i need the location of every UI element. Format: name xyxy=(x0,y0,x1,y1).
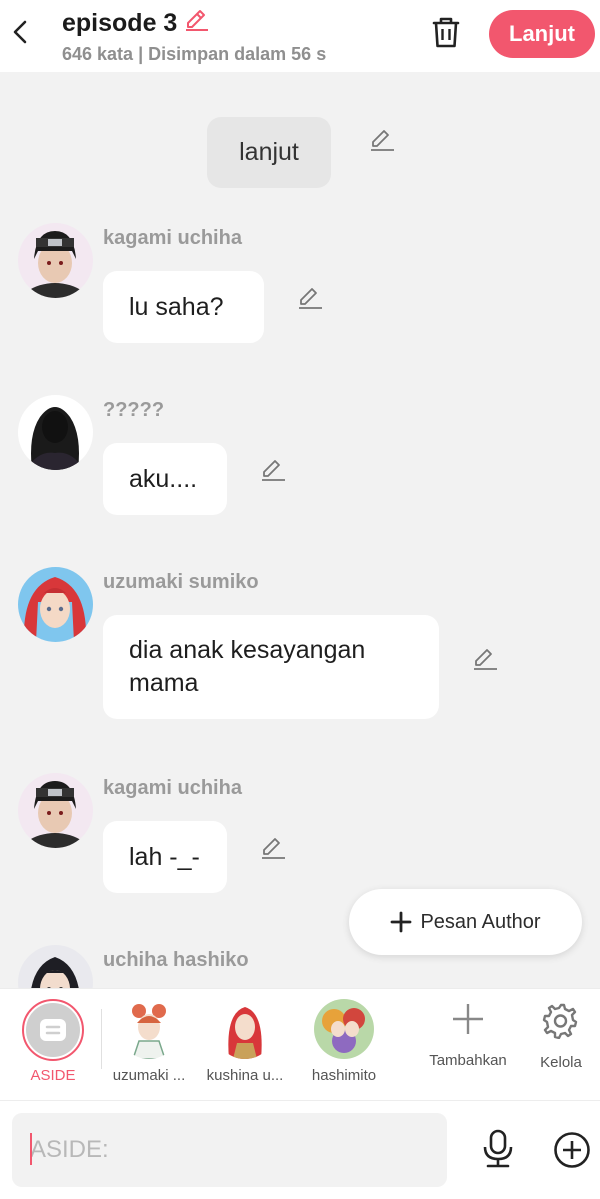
character-avatar xyxy=(215,999,275,1059)
sender-name: ????? xyxy=(103,399,165,421)
edit-message-icon[interactable] xyxy=(296,284,324,312)
manage-button[interactable]: Kelola xyxy=(532,1001,590,1071)
message-bubble[interactable]: aku.... xyxy=(103,443,227,515)
chat-area[interactable]: lanjut kagami uchiha lu saha? ????? aku.… xyxy=(0,72,600,988)
aside-avatar xyxy=(22,999,84,1061)
avatar-kagami-uchiha[interactable] xyxy=(18,223,93,298)
sender-name: kagami uchiha xyxy=(103,227,242,249)
character-kushina[interactable]: kushina u... xyxy=(204,999,286,1084)
character-label: kushina u... xyxy=(206,1067,284,1084)
message-bubble[interactable]: lah -_- xyxy=(103,821,227,893)
message-bubble[interactable]: lu saha? xyxy=(103,271,264,343)
character-label: ASIDE xyxy=(30,1067,76,1084)
author-message-button[interactable]: Pesan Author xyxy=(349,889,582,955)
message-bubble-icon xyxy=(40,1019,66,1041)
input-bar xyxy=(0,1100,600,1199)
episode-title: episode 3 xyxy=(62,8,178,37)
add-label: Tambahkan xyxy=(429,1052,507,1069)
word-count: 646 kata xyxy=(62,44,134,64)
word-count-status: 646 kata | Disimpan dalam 56 s xyxy=(62,43,326,65)
character-hashimito[interactable]: hashimito xyxy=(306,999,382,1084)
trash-icon[interactable] xyxy=(428,14,464,50)
top-bar: episode 3 646 kata | Disimpan dalam 56 s… xyxy=(0,0,600,72)
author-message-label: Pesan Author xyxy=(420,910,541,933)
character-bar: ASIDE uzumaki ... kushina u... hashimito… xyxy=(0,988,600,1100)
character-label: uzumaki ... xyxy=(112,1067,186,1084)
edit-message-icon[interactable] xyxy=(368,126,396,154)
character-avatar xyxy=(314,999,374,1059)
add-character-button[interactable]: Tambahkan xyxy=(425,1001,511,1069)
avatar-uzumaki-sumiko[interactable] xyxy=(18,567,93,642)
title-block: episode 3 646 kata | Disimpan dalam 56 s xyxy=(62,6,326,65)
character-aside[interactable]: ASIDE xyxy=(22,999,84,1084)
manage-label: Kelola xyxy=(540,1054,582,1071)
message-bubble[interactable]: dia anak kesayangan mama xyxy=(103,615,439,719)
message-input[interactable] xyxy=(12,1113,447,1187)
character-uzumaki[interactable]: uzumaki ... xyxy=(110,999,188,1084)
plus-icon xyxy=(453,1004,483,1034)
divider xyxy=(101,1009,102,1069)
add-circle-icon[interactable] xyxy=(553,1131,591,1169)
plus-icon xyxy=(391,911,412,933)
text-caret xyxy=(30,1133,32,1165)
edit-message-icon[interactable] xyxy=(259,456,287,484)
microphone-icon[interactable] xyxy=(480,1129,516,1169)
saved-status: Disimpan dalam 56 s xyxy=(148,44,327,64)
edit-message-icon[interactable] xyxy=(471,645,499,673)
next-button[interactable]: Lanjut xyxy=(489,10,595,58)
avatar-uchiha-hashiko[interactable] xyxy=(18,945,93,988)
edit-title-icon[interactable] xyxy=(183,6,211,39)
sender-name: uzumaki sumiko xyxy=(103,571,259,593)
edit-message-icon[interactable] xyxy=(259,834,287,862)
narration-bubble[interactable]: lanjut xyxy=(207,117,331,188)
avatar-kagami-uchiha[interactable] xyxy=(18,773,93,848)
sender-name: uchiha hashiko xyxy=(103,949,249,971)
back-arrow-icon[interactable] xyxy=(6,14,34,50)
avatar-unknown[interactable] xyxy=(18,395,93,470)
character-label: hashimito xyxy=(311,1067,377,1084)
sender-name: kagami uchiha xyxy=(103,777,242,799)
gear-icon xyxy=(542,1003,578,1040)
status-separator: | xyxy=(138,44,149,64)
character-avatar xyxy=(119,999,179,1059)
